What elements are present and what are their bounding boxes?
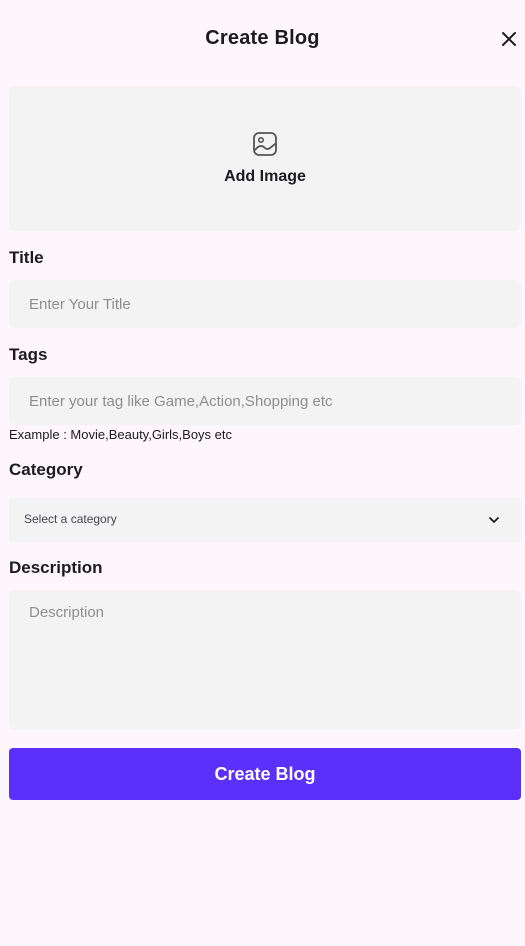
header: ✕ Create Blog <box>0 0 525 80</box>
title-label: Title <box>9 248 44 267</box>
page-title: Create Blog <box>205 27 320 49</box>
add-image-label: Add Image <box>224 168 306 185</box>
close-button[interactable] <box>498 28 520 50</box>
create-blog-button[interactable]: Create Blog <box>9 748 521 800</box>
add-image-button[interactable]: Add Image <box>9 86 521 231</box>
title-input[interactable] <box>9 280 521 328</box>
image-icon <box>253 132 277 156</box>
category-select[interactable]: Select a category <box>9 498 521 542</box>
description-label: Description <box>9 558 103 577</box>
description-input[interactable] <box>9 590 521 729</box>
category-label: Category <box>9 460 83 479</box>
corner-glyph: ✕ <box>515 0 523 3</box>
close-icon <box>502 32 516 46</box>
tags-example-text: Example : Movie,Beauty,Girls,Boys etc <box>9 427 233 442</box>
category-selected-value: Select a category <box>24 512 117 526</box>
tags-label: Tags <box>9 345 48 364</box>
chevron-down-icon <box>489 517 499 523</box>
tags-input[interactable] <box>9 377 521 425</box>
